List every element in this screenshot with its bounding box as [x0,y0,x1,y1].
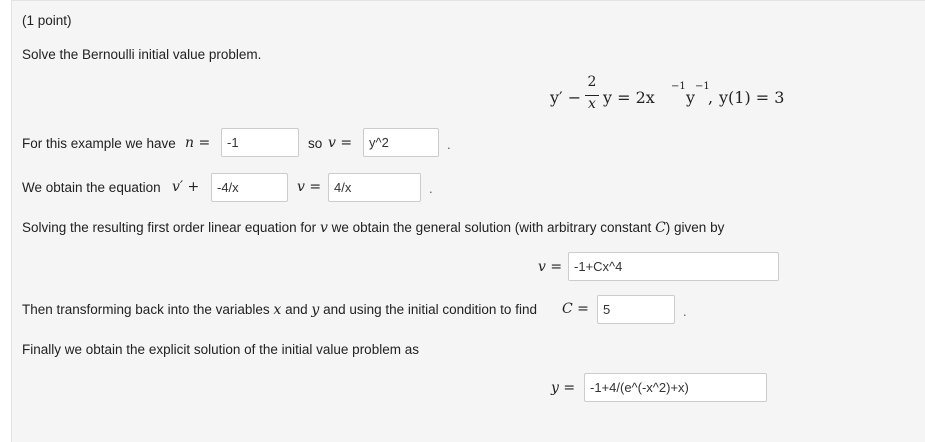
C-label: C = [562,301,589,317]
vprime-label: v′ + [172,179,200,195]
line4-var-x: x [273,302,282,318]
line3-var-v: v [319,220,328,236]
explicit-solution-input[interactable] [584,373,767,402]
line1-text: For this example we have [22,136,176,151]
explicit-solution-label: y = [551,380,576,396]
n-label: n = [185,135,211,151]
equation-exponent-1: −1 [671,81,686,92]
equation-lhs: y′ − [550,88,582,107]
line2-period: . [429,181,433,196]
n-input[interactable] [221,128,299,157]
line3-var-C: C [655,220,666,236]
points-label: (1 point) [22,13,72,28]
line4-text-b: and using the initial condition to find [323,302,537,317]
initial-condition: y(1) = 3 [719,88,785,107]
equation-frac-denominator: x [588,96,596,112]
general-solution-input[interactable] [568,252,779,281]
line4-var-y: y [311,302,320,318]
general-solution-label: v = [538,259,563,275]
line1-period: . [447,137,451,152]
coefficient-input[interactable] [211,173,288,202]
line3-text-b: we obtain the general solution (with arb… [331,220,652,235]
v-equals-label: v = [297,179,322,195]
line4-text-a: Then transforming back into the variable… [22,302,270,317]
line3-text: Solving the resulting first order linear… [22,220,724,236]
line4-text: Then transforming back into the variable… [22,302,537,318]
line4-period: . [683,304,687,319]
problem-panel: (1 point) Solve the Bernoulli initial va… [11,0,925,442]
rhs-input[interactable] [328,173,421,202]
equation-comma: , [708,88,714,107]
so-text: so [308,136,323,151]
line3-text-c: ) given by [665,220,725,235]
line4-text-and: and [285,302,308,317]
problem-prompt: Solve the Bernoulli initial value proble… [22,47,262,62]
line5-text: Finally we obtain the explicit solution … [22,342,419,357]
v-label: v = [328,135,353,151]
C-input[interactable] [597,295,675,324]
equation-y: y [686,88,696,107]
equation-rhs: y = 2x [603,88,655,107]
equation-frac-numerator: 2 [587,74,597,90]
line3-text-a: Solving the resulting first order linear… [22,220,317,235]
line2-text: We obtain the equation [22,180,161,195]
v-input[interactable] [363,128,439,157]
